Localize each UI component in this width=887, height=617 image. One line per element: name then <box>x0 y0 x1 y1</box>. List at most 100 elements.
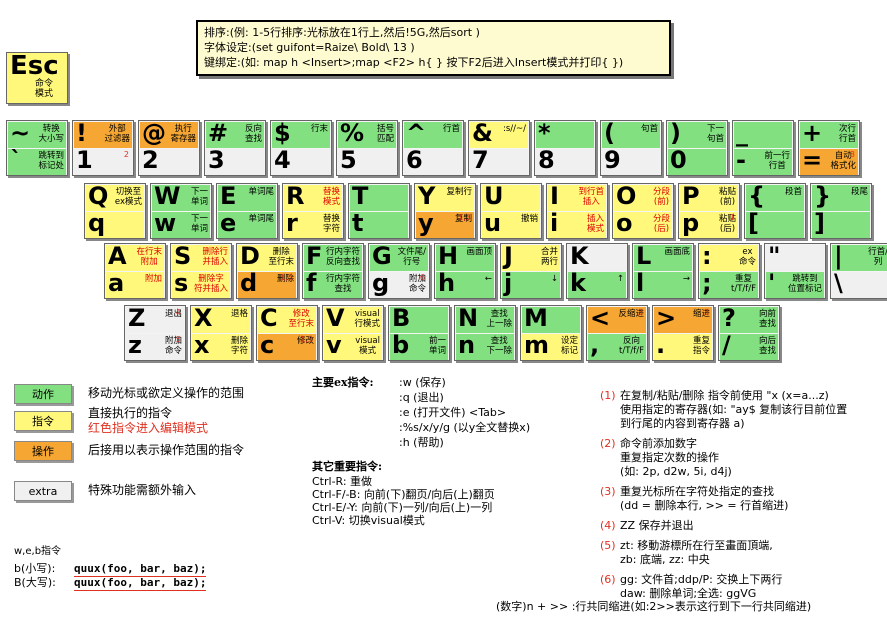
key-row1-4[interactable]: $ 行末 4 <box>270 120 332 176</box>
key-row2-6[interactable]: Uu 撤销 <box>480 183 542 239</box>
key-lower-half: g 附加 命令 6 <box>370 272 428 298</box>
key-char: x <box>194 334 210 359</box>
key-row4-0[interactable]: Z 退出 4 z 附加 命令 5 <box>124 305 186 361</box>
key-lower-half: f 行内字符 查找 <box>304 272 362 298</box>
key-char: % <box>340 122 365 147</box>
key-shift-half: Z 退出 4 <box>126 307 184 333</box>
key-lower-half: - 前一行 行首 <box>734 149 792 175</box>
key-footnote: 4 <box>175 308 181 317</box>
key-row2-3[interactable]: R 替换 模式 r 替换 字符 <box>282 183 344 239</box>
key-row3-7[interactable]: Kk ↑ <box>566 243 628 299</box>
key-char: W <box>154 185 181 210</box>
key-row3-11[interactable]: | 行首/ 列 \ <box>830 243 887 299</box>
key-row2-11[interactable]: } 段尾] <box>810 183 872 239</box>
key-row1-1[interactable]: ! 外部 过滤器 1 2 <box>72 120 134 176</box>
key-row3-6[interactable]: J 合并 两行 j ↓ <box>500 243 562 299</box>
key-label: ↓ <box>550 274 558 284</box>
key-lower-half: ; 重复 t/T/f/F <box>700 272 758 298</box>
key-lower-half: p 粘贴 (后) 1 <box>680 212 738 238</box>
key-row4-5[interactable]: N 查找 上一除 n 查找 下一除 <box>454 305 516 361</box>
key-row4-2[interactable]: C 修改 至行末 c 修改 1,3 <box>256 305 318 361</box>
key-row2-5[interactable]: Y 复制行 y 复制 1,3 <box>414 183 476 239</box>
note-number: (3) <box>600 485 616 498</box>
key-label: 退格 <box>230 309 248 319</box>
key-char: ) <box>670 122 681 147</box>
key-label: 次行 行首 <box>838 124 856 144</box>
key-row3-2[interactable]: D 删除 至行末 d 删除 1,3 <box>236 243 298 299</box>
key-shift-half: H 画面顶 <box>436 245 494 271</box>
key-char: e <box>220 212 237 237</box>
key-row2-8[interactable]: O 分段 (前) o 分段 (后) <box>612 183 674 239</box>
note-line: 到行尾的内容到寄存器 a) <box>620 417 745 430</box>
key-lower-half: j ↓ <box>502 272 560 298</box>
key-row4-9[interactable]: ? 向前 查找 / 向后 查找 <box>718 305 780 361</box>
key-row3-5[interactable]: H 画面顶 h ← <box>434 243 496 299</box>
key-shift-half: M <box>522 307 580 333</box>
footer-note: (数字)n + >> :行共同缩进(如:2>>表示这行到下一行共同缩进) <box>496 600 812 613</box>
key-row2-10[interactable]: {段首 [ <box>744 183 806 239</box>
key-char: $ <box>274 122 291 147</box>
key-row2-9[interactable]: P 粘贴 (前) p 粘贴 (后) 1 <box>678 183 740 239</box>
key-row2-2[interactable]: E 单词尾 e 单词尾 <box>216 183 278 239</box>
key-label: 粘贴 (前) <box>718 187 736 207</box>
key-char: ' <box>768 272 776 297</box>
key-label: 下一 句首 <box>706 124 724 144</box>
key-row1-2[interactable]: @ 执行 寄存器 2 <box>138 120 200 176</box>
key-char: k <box>570 272 586 297</box>
key-char: ~ <box>10 122 31 147</box>
key-row4-4[interactable]: Bb 前一 单词 <box>388 305 450 361</box>
key-row3-0[interactable]: A 在行末 附加 a 附加 <box>104 243 166 299</box>
key-label: 重复 t/T/f/F <box>731 274 756 294</box>
key-row4-1[interactable]: X 退格 x 删除 字符 <box>190 305 252 361</box>
legend-label: 操作 <box>32 445 54 458</box>
key-row1-11[interactable]: _ - 前一行 行首 <box>732 120 794 176</box>
key-row3-1[interactable]: S 删除行 并插入 s 删除字 符并插入 <box>170 243 232 299</box>
key-row1-0[interactable]: ~ 转换 大小写 ` 跳转到 标记处 <box>6 120 68 176</box>
key-row1-12[interactable]: + 次行 行首 = 自动 格式化 3 <box>798 120 860 176</box>
key-row1-3[interactable]: # 反向 查找 3 <box>204 120 266 176</box>
key-row2-0[interactable]: Q 切换至 ex模式 q <box>84 183 146 239</box>
key-esc[interactable]: Esc 命令 模式 <box>6 51 68 104</box>
key-label: 撤销 <box>520 214 538 224</box>
key-row1-5[interactable]: % 括号 匹配 5 <box>336 120 398 176</box>
key-row1-10[interactable]: ) 下一 句首 0 <box>666 120 728 176</box>
key-row3-9[interactable]: : ex 命令; 重复 t/T/f/F <box>698 243 760 299</box>
key-char: > <box>656 307 677 332</box>
key-char: t <box>352 212 364 237</box>
key-row4-7[interactable]: < 反缩进 3, 反向 t/T/f/F <box>586 305 648 361</box>
key-char: | <box>834 245 843 270</box>
key-char: \ <box>834 272 843 297</box>
key-shift-half: {段首 <box>746 185 804 211</box>
key-row4-6[interactable]: Mm 设定 标记 <box>520 305 582 361</box>
key-row4-3[interactable]: Vvisual 行模式 v visual 模式 <box>322 305 384 361</box>
key-row1-6[interactable]: ^ 行首 6 <box>402 120 464 176</box>
key-char: S <box>174 245 192 270</box>
key-char: R <box>286 185 305 210</box>
note-line: 在复制/粘贴/删除 指令前使用 "x (x=a...z) <box>620 389 829 402</box>
key-lower-half: ] <box>812 212 870 238</box>
key-row3-8[interactable]: L 画面底 l → <box>632 243 694 299</box>
legend-text: 特殊功能需额外输入 <box>88 483 197 497</box>
key-row2-7[interactable]: I 到行首 插入 i 插入 模式 <box>546 183 608 239</box>
key-row2-1[interactable]: W 下一 单词 w 下一 单词 <box>150 183 212 239</box>
key-label: 替换 字符 <box>322 214 340 234</box>
key-label: 段尾 <box>850 187 868 197</box>
key-shift-half: D 删除 至行末 <box>238 245 296 271</box>
key-row2-4[interactable]: Tt <box>348 183 410 239</box>
note-line: daw: 删除单词;全选: ggVG <box>620 587 757 600</box>
wordmove-big-label: B(大写): <box>14 576 56 589</box>
key-label: 行末 <box>310 124 328 134</box>
key-footnote: 1,3 <box>300 335 313 344</box>
key-char: # <box>208 122 229 147</box>
key-shift-half: * <box>536 122 594 148</box>
key-row4-8[interactable]: > 缩进 3. 重复 指令 <box>652 305 714 361</box>
key-row1-8[interactable]: * 8 <box>534 120 596 176</box>
key-label: 合并 两行 <box>540 247 558 267</box>
key-row1-9[interactable]: (句首 9 <box>600 120 662 176</box>
key-char: i <box>550 212 559 237</box>
key-row3-10[interactable]: " ' 跳转到 位置标记 <box>764 243 826 299</box>
key-row3-3[interactable]: F 行内字符 反向查找 f 行内字符 查找 <box>302 243 364 299</box>
key-row1-7[interactable]: &:s//~/7 <box>468 120 530 176</box>
key-label: 前一行 行首 <box>764 151 790 171</box>
key-row3-4[interactable]: G 文件尾/ 行号 g 附加 命令 6 <box>368 243 430 299</box>
